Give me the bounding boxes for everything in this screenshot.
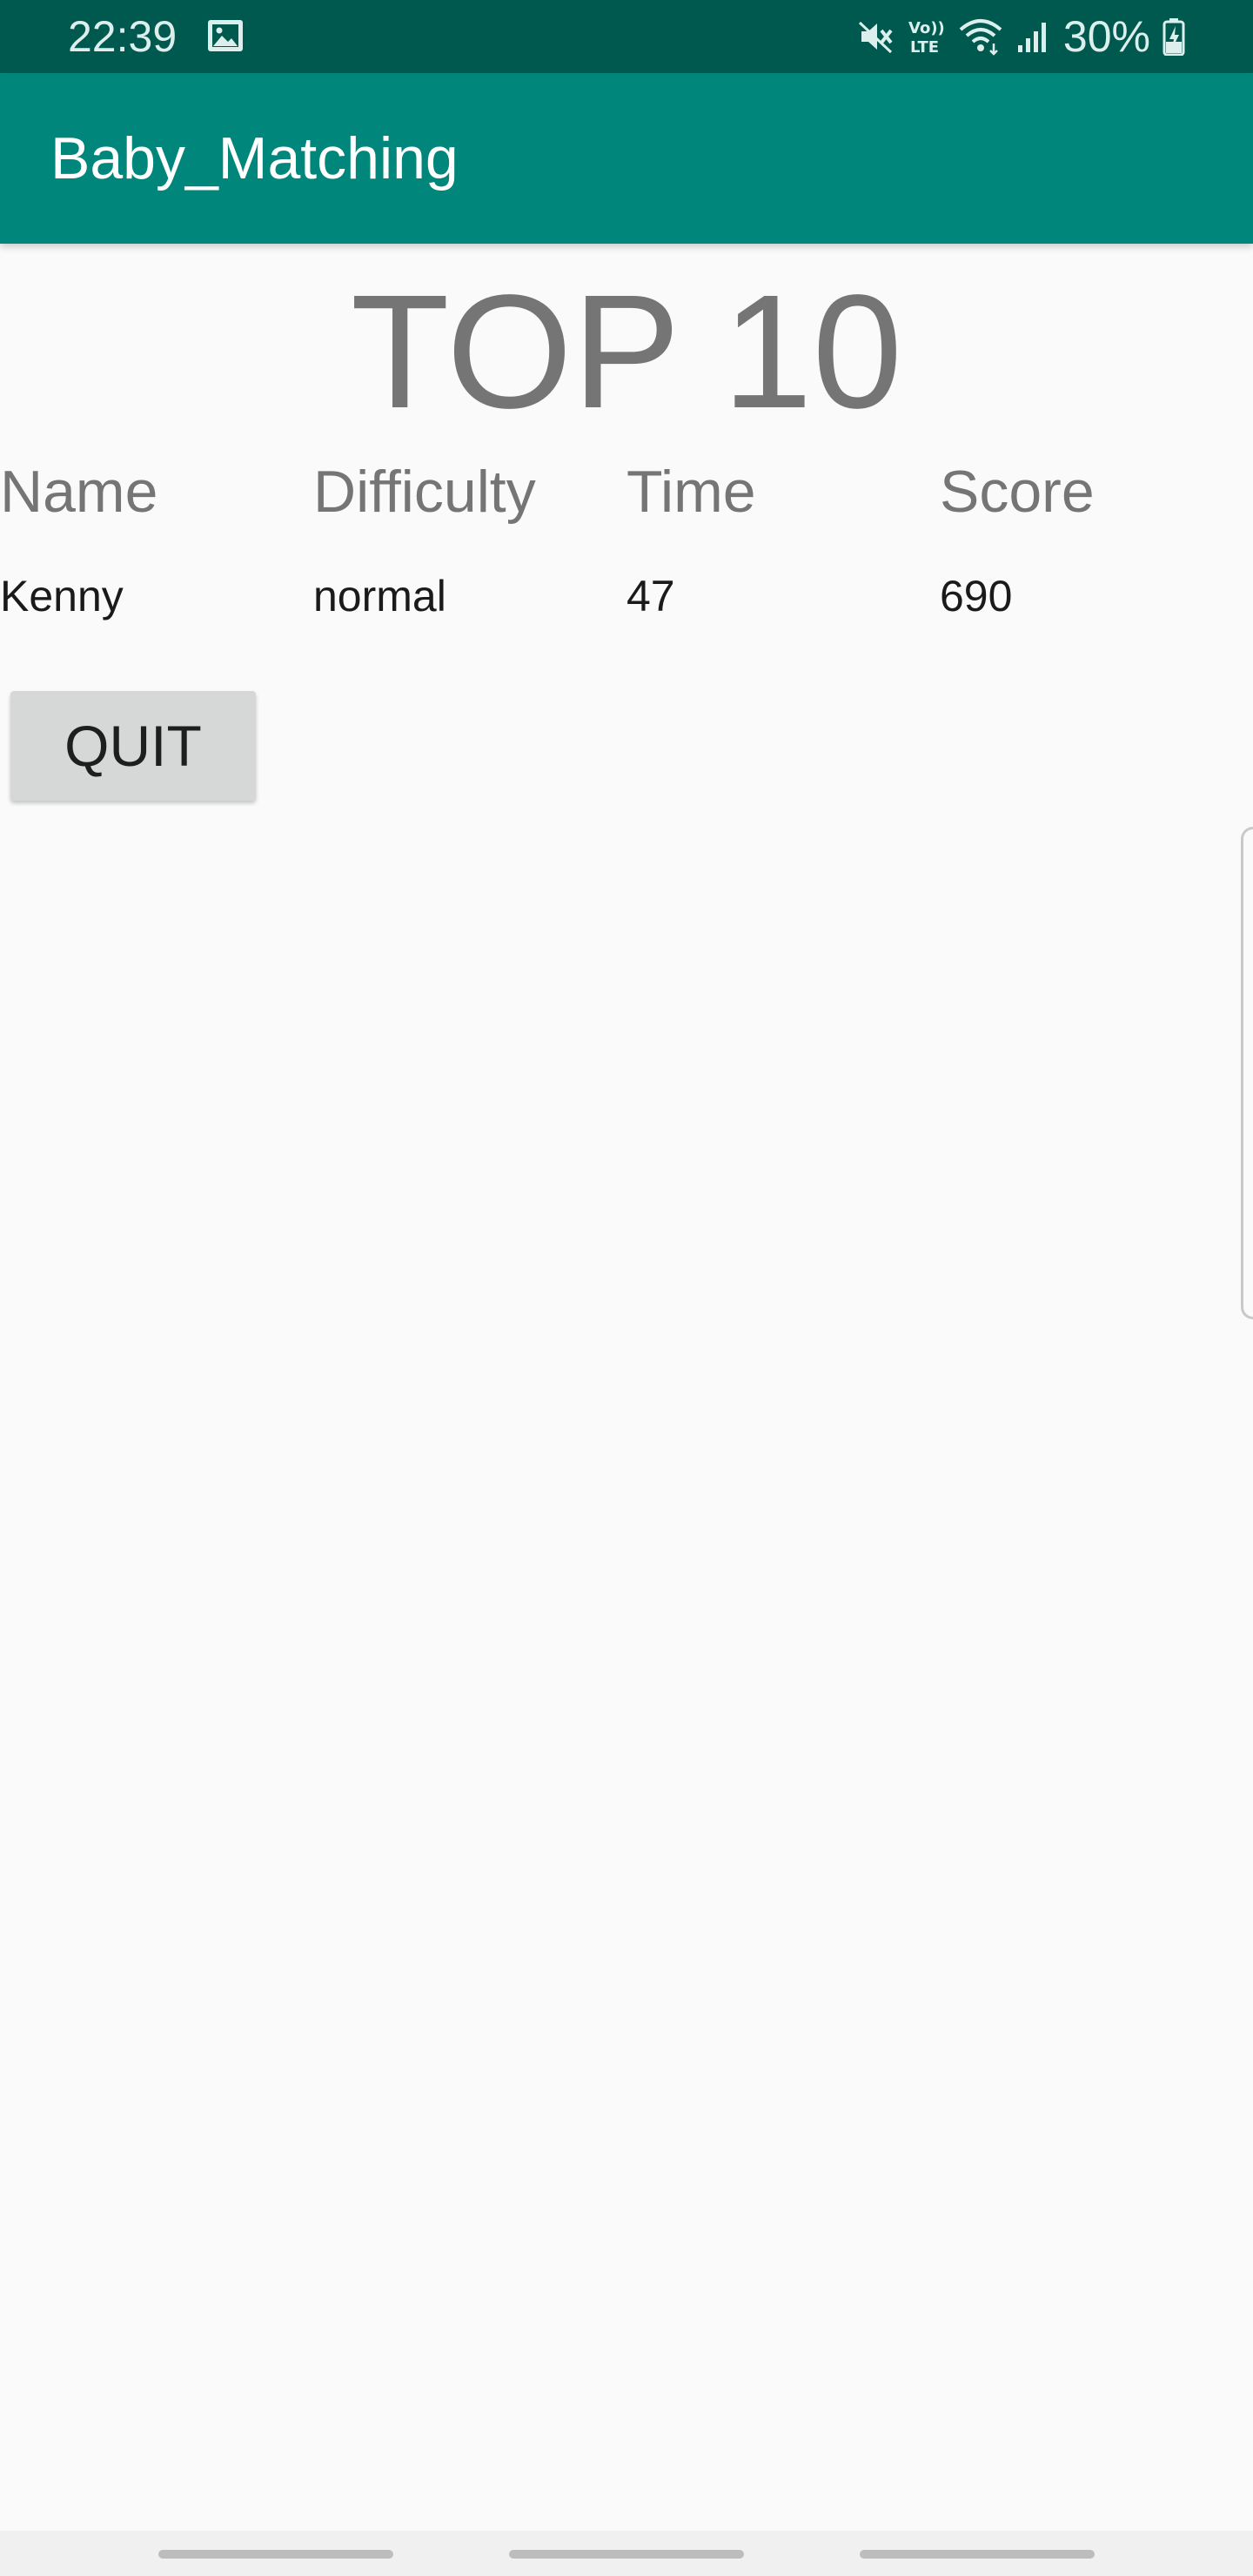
quit-button[interactable]: QUIT (10, 691, 256, 801)
column-header-name: Name (0, 459, 158, 525)
app-title: Baby_Matching (50, 125, 459, 191)
battery-percentage: 30% (1062, 12, 1150, 61)
navigation-bar (0, 2531, 1253, 2576)
nav-recent-apps-gesture[interactable] (158, 2550, 393, 2559)
edge-panel-handle[interactable] (1241, 827, 1253, 1319)
cell-name: Kenny (0, 572, 124, 621)
signal-icon (1016, 19, 1051, 54)
column-header-time: Time (626, 459, 756, 525)
volte-icon: Vo)) LTE (907, 16, 945, 57)
nav-back-gesture[interactable] (860, 2550, 1095, 2559)
column-header-score: Score (940, 459, 1095, 525)
scores-table: Name Difficulty Time Score Kenny normal … (0, 453, 1253, 661)
app-bar: Baby_Matching (0, 73, 1253, 244)
cell-score: 690 (940, 572, 1013, 621)
status-icons: Vo)) LTE 30% (856, 12, 1185, 61)
svg-text:LTE: LTE (910, 38, 939, 57)
nav-home-gesture[interactable] (509, 2550, 744, 2559)
battery-charging-icon (1163, 17, 1185, 56)
table-row: Kenny normal 47 690 (0, 566, 1253, 661)
table-header-row: Name Difficulty Time Score (0, 453, 1253, 531)
wifi-icon (957, 17, 1004, 56)
status-bar: 22:39 Vo)) LTE 30% (0, 0, 1253, 73)
leaderboard-title: TOP 10 (350, 262, 903, 442)
cell-difficulty: normal (313, 572, 446, 621)
mute-icon (856, 17, 895, 56)
cell-time: 47 (626, 572, 675, 621)
column-header-difficulty: Difficulty (313, 459, 536, 525)
gallery-icon (207, 19, 244, 52)
status-time: 22:39 (68, 12, 178, 61)
svg-text:Vo)): Vo)) (908, 19, 945, 37)
